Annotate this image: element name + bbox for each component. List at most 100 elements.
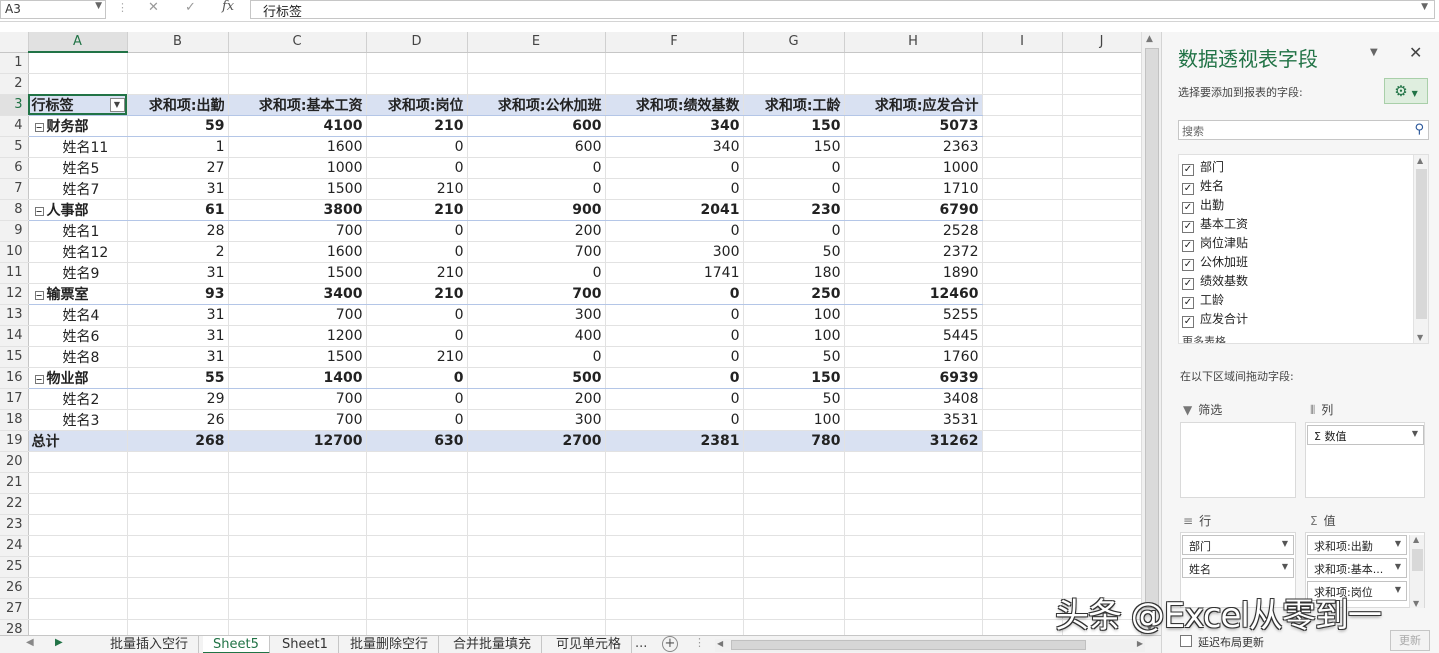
cell[interactable] [982,178,1063,200]
cell[interactable] [982,73,1063,95]
pivot-value-cell[interactable]: 31 [127,178,229,200]
pivot-item-label[interactable]: 姓名11 [28,136,128,158]
pivot-value-cell[interactable]: 0 [605,283,744,305]
cell[interactable] [467,556,606,578]
cell[interactable] [1062,283,1142,305]
cell[interactable] [743,472,845,494]
pivot-value-cell[interactable]: 700 [467,241,606,263]
cell[interactable] [1062,346,1142,368]
values-chip-2[interactable]: 求和项:基本... ▼ [1307,558,1407,578]
row-header[interactable]: 22 [0,493,29,515]
field-list-scrollbar[interactable]: ▲ ▼ [1413,155,1428,343]
sheet-tab[interactable]: 批量插入空行 [100,636,200,653]
pivot-value-cell[interactable]: 2528 [844,220,983,242]
cell[interactable] [228,535,367,557]
pivot-value-cell[interactable]: 12700 [228,429,367,452]
pivot-value-cell[interactable]: 1200 [228,325,367,347]
pivot-value-cell[interactable]: 2 [127,241,229,263]
values-chip-1[interactable]: 求和项:出勤 ▼ [1307,535,1407,555]
row-header[interactable]: 12 [0,283,29,305]
cell[interactable] [982,493,1063,515]
grand-total-label[interactable]: 总计 [28,429,128,452]
row-header[interactable]: 9 [0,220,29,242]
pivot-item-label[interactable]: 姓名3 [28,409,128,431]
pivot-value-header[interactable]: 求和项:工龄 [743,94,845,116]
cell[interactable] [1062,52,1142,74]
pivot-value-cell[interactable]: 6790 [844,199,983,221]
pivot-value-cell[interactable]: 0 [605,220,744,242]
pivot-value-cell[interactable]: 1710 [844,178,983,200]
cell[interactable] [28,52,128,74]
cell[interactable] [844,598,983,620]
cell[interactable] [982,451,1063,473]
field-checkbox[interactable]: ✓ [1182,183,1194,195]
pivot-value-cell[interactable]: 26 [127,409,229,431]
cell[interactable] [982,514,1063,536]
insert-function-icon[interactable]: fx [222,0,234,14]
pivot-value-header[interactable]: 求和项:出勤 [127,94,229,116]
pivot-value-cell[interactable]: 210 [366,346,468,368]
cell[interactable] [743,73,845,95]
pivot-value-cell[interactable]: 0 [743,157,845,179]
rows-chip-1[interactable]: 部门 ▼ [1182,535,1294,555]
row-header[interactable]: 5 [0,136,29,158]
cell[interactable] [982,136,1063,158]
pivot-value-cell[interactable]: 0 [605,325,744,347]
cell[interactable] [982,409,1063,431]
row-header[interactable]: 20 [0,451,29,473]
pivot-value-cell[interactable]: 0 [605,304,744,326]
pivot-value-cell[interactable]: 0 [605,409,744,431]
filter-zone[interactable] [1180,422,1296,498]
cell[interactable] [1062,136,1142,158]
pivot-value-cell[interactable]: 5255 [844,304,983,326]
chevron-down-icon[interactable]: ▼ [1282,539,1288,548]
columns-chip[interactable]: Σ 数值 ▼ [1307,425,1424,445]
cell[interactable] [844,556,983,578]
cell[interactable] [467,577,606,599]
pivot-value-cell[interactable]: 0 [366,304,468,326]
row-header[interactable]: 13 [0,304,29,326]
row-header[interactable]: 16 [0,367,29,389]
row-header[interactable]: 11 [0,262,29,284]
pivot-value-cell[interactable]: 0 [605,346,744,368]
pivot-group-label[interactable]: − 人事部 [28,199,128,221]
pivot-value-cell[interactable]: 700 [228,388,367,410]
row-header[interactable]: 3 [0,94,29,116]
collapse-toggle-icon[interactable]: − [34,374,44,384]
pivot-value-cell[interactable]: 300 [605,241,744,263]
pivot-value-cell[interactable]: 2363 [844,136,983,158]
cell[interactable] [605,577,744,599]
cell[interactable] [467,493,606,515]
pivot-value-cell[interactable]: 31 [127,304,229,326]
chevron-down-icon[interactable]: ▼ [95,1,102,11]
pivot-value-cell[interactable]: 500 [467,367,606,389]
collapse-toggle-icon[interactable]: − [34,122,44,132]
chevron-down-icon[interactable]: ▼ [1395,585,1401,594]
pivot-value-cell[interactable]: 12460 [844,283,983,305]
cell[interactable] [467,472,606,494]
pivot-value-cell[interactable]: 180 [743,262,845,284]
cell[interactable] [743,514,845,536]
field-checkbox[interactable]: ✓ [1182,259,1194,271]
cell[interactable] [228,472,367,494]
pivot-value-cell[interactable]: 3400 [228,283,367,305]
pivot-value-cell[interactable]: 0 [743,178,845,200]
filter-dropdown-icon[interactable]: ▼ [109,97,125,112]
row-header[interactable]: 21 [0,472,29,494]
sheet-tab[interactable]: Sheet1 [272,636,339,653]
rows-chip-2[interactable]: 姓名 ▼ [1182,558,1294,578]
cell[interactable] [28,493,128,515]
cell[interactable] [1062,73,1142,95]
collapse-toggle-icon[interactable]: − [34,290,44,300]
pivot-item-label[interactable]: 姓名2 [28,388,128,410]
pivot-value-cell[interactable]: 1500 [228,346,367,368]
cell[interactable] [1062,514,1142,536]
row-header[interactable]: 8 [0,199,29,221]
pivot-value-cell[interactable]: 0 [743,220,845,242]
vertical-scrollbar[interactable]: ▲ ▼ [1141,32,1161,635]
pivot-value-cell[interactable]: 230 [743,199,845,221]
cell[interactable] [467,52,606,74]
pivot-item-label[interactable]: 姓名1 [28,220,128,242]
cell[interactable] [982,556,1063,578]
cell[interactable] [844,493,983,515]
